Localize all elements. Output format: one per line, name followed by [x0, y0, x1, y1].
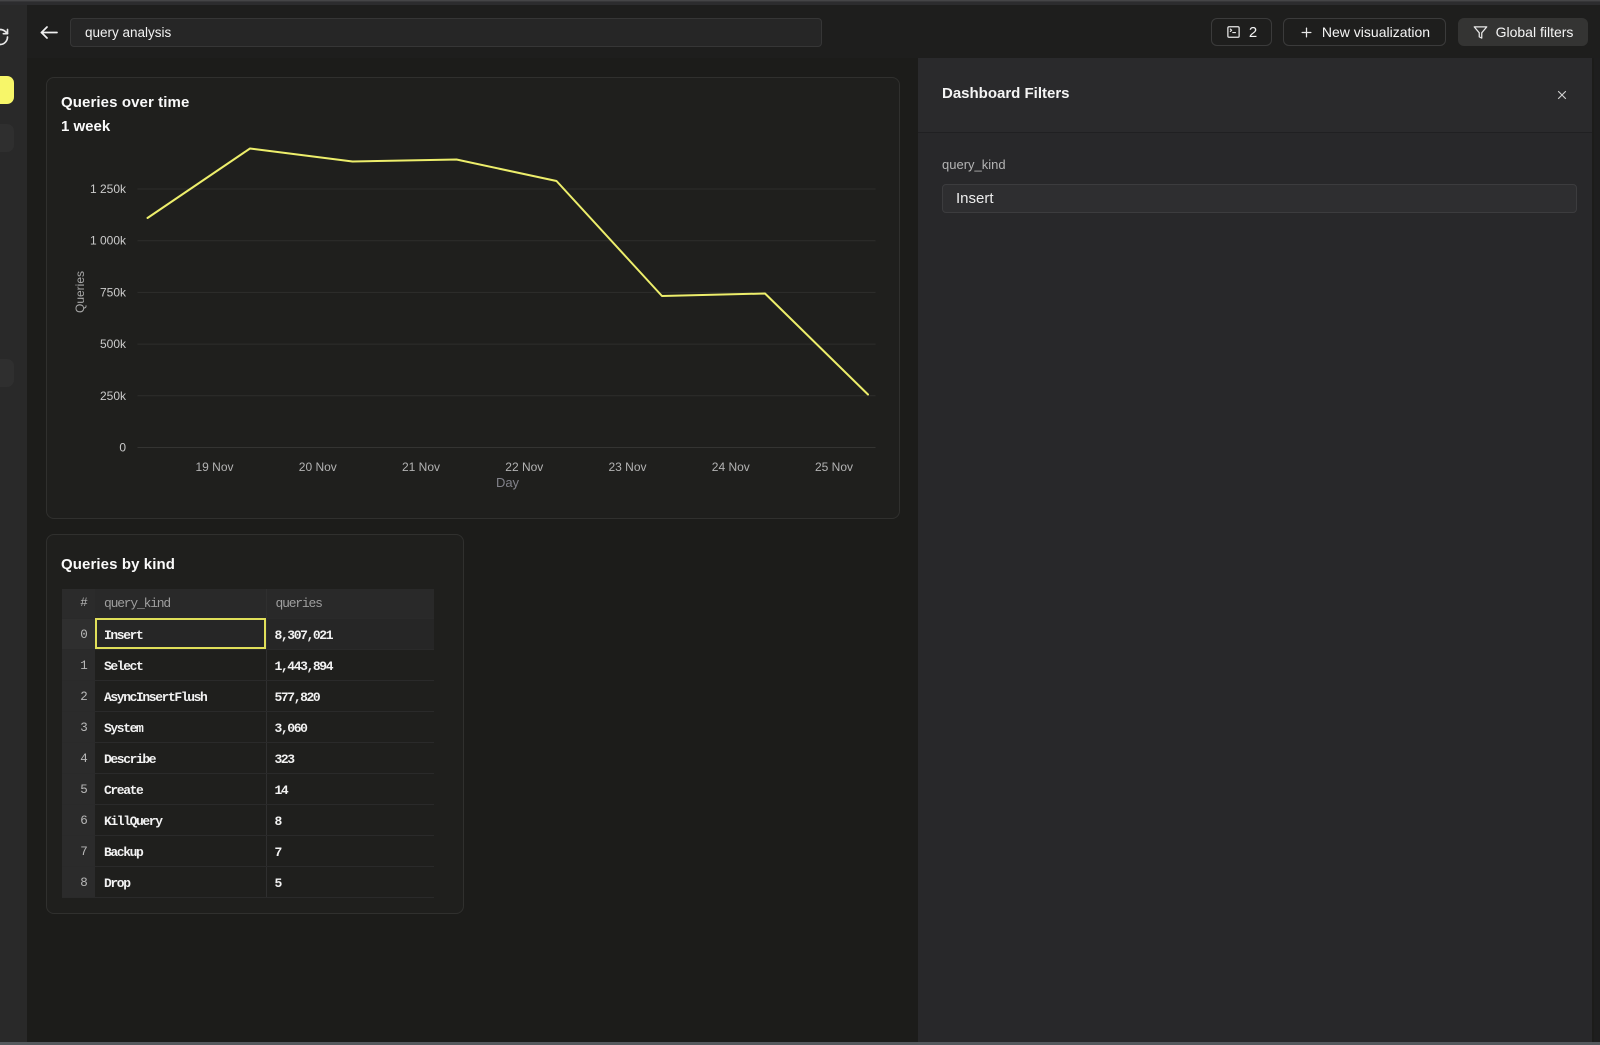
svg-text:20 Nov: 20 Nov	[299, 460, 337, 474]
svg-text:1 000k: 1 000k	[90, 234, 127, 248]
svg-text:21 Nov: 21 Nov	[402, 460, 440, 474]
svg-text:1 250k: 1 250k	[90, 182, 127, 196]
svg-text:22 Nov: 22 Nov	[505, 460, 543, 474]
svg-text:Day: Day	[496, 475, 520, 490]
svg-text:24 Nov: 24 Nov	[712, 460, 750, 474]
svg-text:0: 0	[119, 441, 126, 455]
svg-text:250k: 250k	[100, 389, 127, 403]
svg-text:19 Nov: 19 Nov	[195, 460, 233, 474]
svg-text:500k: 500k	[100, 337, 127, 351]
svg-text:23 Nov: 23 Nov	[608, 460, 646, 474]
svg-text:25 Nov: 25 Nov	[815, 460, 853, 474]
svg-text:Queries: Queries	[73, 271, 87, 313]
svg-text:750k: 750k	[100, 285, 127, 299]
